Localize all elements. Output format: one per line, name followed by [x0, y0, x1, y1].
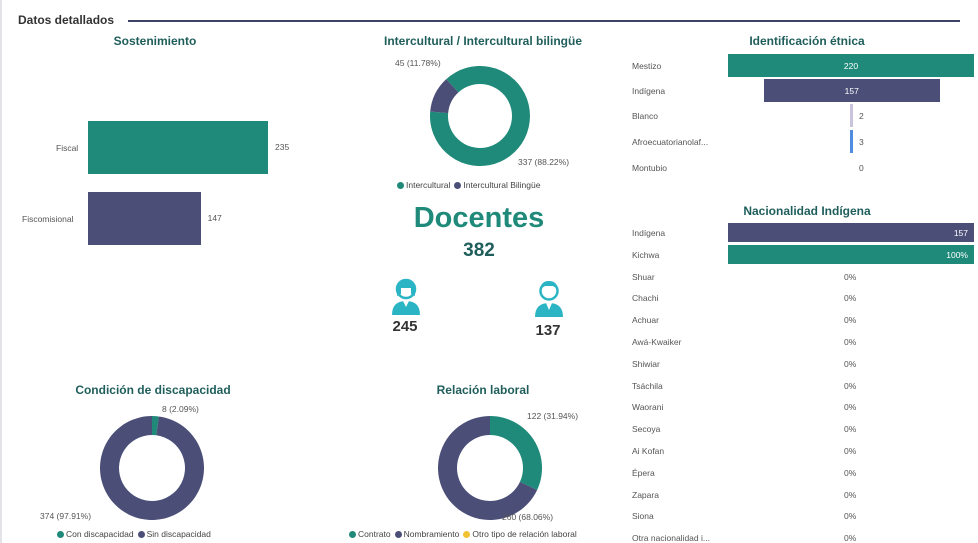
- nacionalidad-category-label: Épera: [632, 467, 655, 478]
- legend-dot-intercultural: [397, 181, 404, 189]
- nacionalidad-value-label: 0%: [844, 511, 857, 522]
- nacionalidad-value-label: 0%: [844, 402, 857, 413]
- etnica-value-label: 3: [859, 137, 864, 147]
- nacionalidad-category-label: Shiwiar: [632, 358, 660, 369]
- nacionalidad-category-label: Siona: [632, 511, 654, 522]
- legend-label-bilingue: Intercultural Bilingüe: [463, 180, 541, 190]
- etnica-bar: [850, 130, 853, 153]
- sostenimiento-category-label: Fiscal: [56, 143, 79, 153]
- etnica-category-label: Blanco: [632, 111, 658, 121]
- discapacidad-legend: Con discapacidad Sin discapacidad: [57, 529, 215, 539]
- nacionalidad-category-label: Tsáchila: [632, 380, 663, 391]
- nacionalidad-value-label: 0%: [844, 358, 857, 369]
- legend-label-sin: Sin discapacidad: [146, 529, 211, 539]
- nacionalidad-value-label: 0%: [844, 380, 857, 391]
- nacionalidad-value-label: 0%: [844, 467, 857, 478]
- nacionalidad-value-label: 0%: [844, 533, 857, 543]
- sostenimiento-title: Sostenimiento: [113, 34, 197, 48]
- nacionalidad-value-label: 0%: [844, 337, 857, 347]
- nacionalidad-value-label: 0%: [844, 424, 857, 435]
- relacion-label-contrato: 122 (31.94%): [527, 411, 579, 421]
- etnica-category-label: Indígena: [632, 86, 666, 96]
- legend-label-otro: Otro tipo de relación laboral: [472, 529, 577, 539]
- nacionalidad-value-label: 157: [953, 228, 968, 238]
- nacionalidad-category-label: Kichwa: [632, 249, 660, 260]
- sostenimiento-value-label: 235: [275, 142, 290, 152]
- kpi-female-count: 245: [392, 318, 418, 335]
- legend-dot-bilingue: [454, 181, 462, 189]
- section-title: Datos detallados: [18, 13, 115, 27]
- legend-dot-contrato: [349, 530, 356, 538]
- kpi-title: Docentes: [413, 202, 545, 234]
- discapacidad-donut-chart: [100, 416, 204, 520]
- discapacidad-label-sin: 374 (97.91%): [40, 511, 92, 521]
- etnica-value-label: 157: [844, 86, 859, 96]
- legend-dot-otro: [463, 530, 471, 538]
- nacionalidad-category-label: Achuar: [632, 315, 659, 326]
- etnica-value-label: 220: [843, 61, 859, 71]
- nacionalidad-category-label: Shuar: [632, 271, 655, 282]
- legend-dot-nombramiento: [394, 530, 402, 538]
- donut-slice: [100, 416, 204, 520]
- sostenimiento-bar: [88, 121, 268, 174]
- kpi-male-count: 137: [535, 322, 561, 339]
- legend-label-intercultural: Intercultural: [406, 180, 451, 190]
- etnica-category-label: Afroecuatorianolaf...: [632, 137, 709, 147]
- etnica-title: Identificación étnica: [749, 34, 865, 48]
- legend-label-contrato: Contrato: [358, 529, 391, 539]
- etnica-value-label: 0: [859, 163, 864, 173]
- intercultural-label-intercultural: 337 (88.22%): [518, 157, 570, 167]
- nacionalidad-category-label: Otra nacionalidad i...: [632, 533, 710, 543]
- nacionalidad-category-label: Indígena: [632, 228, 666, 238]
- etnica-category-label: Montubio: [632, 163, 667, 173]
- legend-dot-sin: [137, 530, 145, 538]
- nacionalidad-value-label: 0%: [844, 489, 857, 500]
- male-teacher-icon: [535, 281, 563, 317]
- relacion-label-nombramiento: 260 (68.06%): [502, 512, 554, 522]
- discapacidad-title: Condición de discapacidad: [75, 383, 231, 397]
- nacionalidad-value-label: 0%: [844, 271, 857, 282]
- nacionalidad-category-label: Ai Kofan: [632, 446, 665, 456]
- nacionalidad-category-label: Waorani: [632, 402, 664, 413]
- intercultural-legend: Intercultural Intercultural Bilingüe: [397, 180, 544, 190]
- nacionalidad-value-label: 100%: [946, 249, 968, 260]
- etnica-bar: [850, 104, 853, 127]
- donut-slice: [490, 416, 542, 490]
- intercultural-title: Intercultural / Intercultural bilingüe: [383, 34, 583, 48]
- etnica-value-label: 2: [859, 111, 864, 121]
- discapacidad-label-con: 8 (2.09%): [162, 404, 199, 414]
- nacionalidad-category-label: Awá-Kwaiker: [632, 337, 682, 347]
- nacionalidad-category-label: Zapara: [632, 489, 659, 500]
- nacionalidad-value-label: 0%: [844, 315, 857, 326]
- relacion-title: Relación laboral: [436, 383, 530, 397]
- nacionalidad-category-label: Secoya: [632, 424, 661, 435]
- sostenimiento-category-label: Fiscomisional: [22, 214, 74, 224]
- nacionalidad-value-label: 0%: [844, 446, 857, 456]
- sostenimiento-bar: [88, 192, 201, 245]
- nacionalidad-category-label: Chachi: [632, 293, 659, 304]
- nacionalidad-title: Nacionalidad Indígena: [743, 204, 871, 218]
- legend-dot-con: [57, 530, 64, 538]
- nacionalidad-value-label: 0%: [844, 293, 857, 304]
- intercultural-label-bilingue: 45 (11.78%): [395, 58, 441, 68]
- legend-label-nombramiento: Nombramiento: [403, 529, 460, 539]
- kpi-total: 382: [463, 240, 495, 261]
- section-divider: [128, 20, 960, 22]
- relacion-legend: Contrato Nombramiento Otro tipo de relac…: [349, 529, 581, 539]
- female-teacher-icon: [392, 278, 420, 315]
- legend-label-con: Con discapacidad: [66, 529, 134, 539]
- etnica-category-label: Mestizo: [632, 61, 662, 71]
- sostenimiento-value-label: 147: [207, 213, 222, 223]
